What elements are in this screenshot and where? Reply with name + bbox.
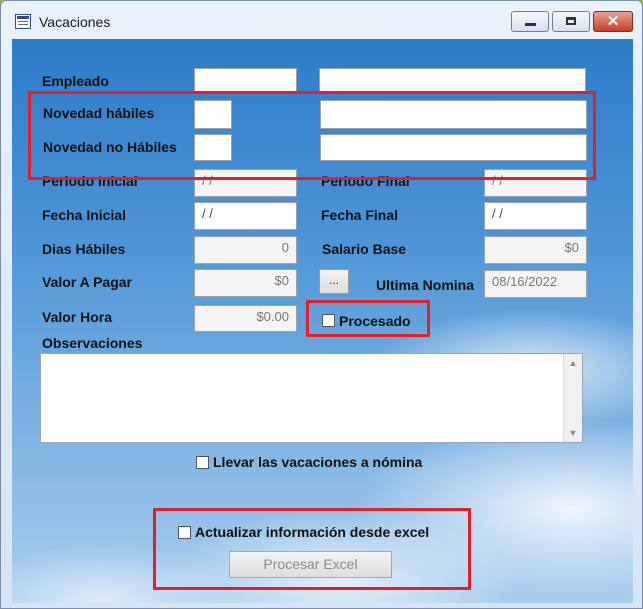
scroll-up-arrow-icon[interactable]: ▲ (565, 355, 581, 371)
empleado-name-input[interactable] (319, 68, 586, 92)
fecha-inicial-input[interactable]: / / (194, 202, 297, 230)
ultima-nomina-value: 08/16/2022 (492, 274, 558, 289)
highlight-box-novedades (28, 91, 596, 180)
observaciones-scrollbar[interactable]: ▲ ▼ (563, 354, 582, 442)
ultima-nomina-label: Ultima Nomina (376, 277, 475, 293)
salario-base-label: Salario Base (322, 241, 407, 257)
actualizar-excel-label: Actualizar información desde excel (195, 524, 430, 540)
procesar-excel-button[interactable]: Procesar Excel (229, 551, 392, 578)
valor-pagar-label: Valor A Pagar (42, 274, 133, 290)
minimize-icon (525, 23, 536, 26)
empleado-code-input[interactable] (194, 68, 297, 92)
llevar-nomina-checkbox[interactable] (196, 456, 209, 469)
close-button[interactable]: ✕ (593, 11, 633, 32)
valor-hora-input[interactable]: $0.00 (194, 305, 297, 332)
valor-hora-label: Valor Hora (42, 309, 113, 325)
fecha-inicial-label: Fecha Inicial (42, 207, 127, 223)
procesado-checkbox[interactable] (322, 314, 335, 327)
dias-habiles-label: Dias Hábiles (42, 241, 126, 257)
actualizar-excel-checkbox[interactable] (178, 526, 191, 539)
valor-hora-value: $0.00 (256, 309, 289, 324)
procesado-label: Procesado (339, 313, 411, 329)
fecha-inicial-value: / / (202, 206, 213, 221)
dias-habiles-value: 0 (281, 240, 289, 255)
maximize-button[interactable] (552, 11, 590, 32)
observaciones-label: Observaciones (42, 335, 143, 351)
maximize-icon (566, 17, 576, 25)
scroll-down-arrow-icon[interactable]: ▼ (565, 425, 581, 441)
minimize-button[interactable] (511, 11, 549, 32)
valor-pagar-input[interactable]: $0 (194, 269, 297, 297)
form-panel: Empleado Novedad hábiles Novedad no Hábi… (12, 39, 633, 603)
ellipsis-button[interactable]: ... (319, 269, 349, 294)
title-bar[interactable]: Vacaciones ✕ (1, 1, 642, 39)
fecha-final-label: Fecha Final (321, 207, 399, 223)
close-icon: ✕ (606, 13, 620, 30)
window-title: Vacaciones (39, 14, 111, 30)
fecha-final-value: / / (492, 206, 503, 221)
llevar-nomina-label: Llevar las vacaciones a nómina (213, 454, 423, 470)
vacaciones-window: Vacaciones ✕ Empleado Novedad hábiles No… (0, 0, 643, 609)
salario-base-input[interactable]: $0 (484, 236, 587, 264)
app-table-icon (15, 14, 31, 29)
observaciones-textarea[interactable]: ▲ ▼ (40, 353, 583, 443)
empleado-label: Empleado (42, 73, 109, 89)
dias-habiles-input[interactable]: 0 (194, 236, 297, 264)
valor-pagar-value: $0 (274, 273, 289, 288)
ultima-nomina-input[interactable]: 08/16/2022 (484, 270, 587, 298)
fecha-final-input[interactable]: / / (484, 202, 587, 230)
salario-base-value: $0 (564, 240, 579, 255)
